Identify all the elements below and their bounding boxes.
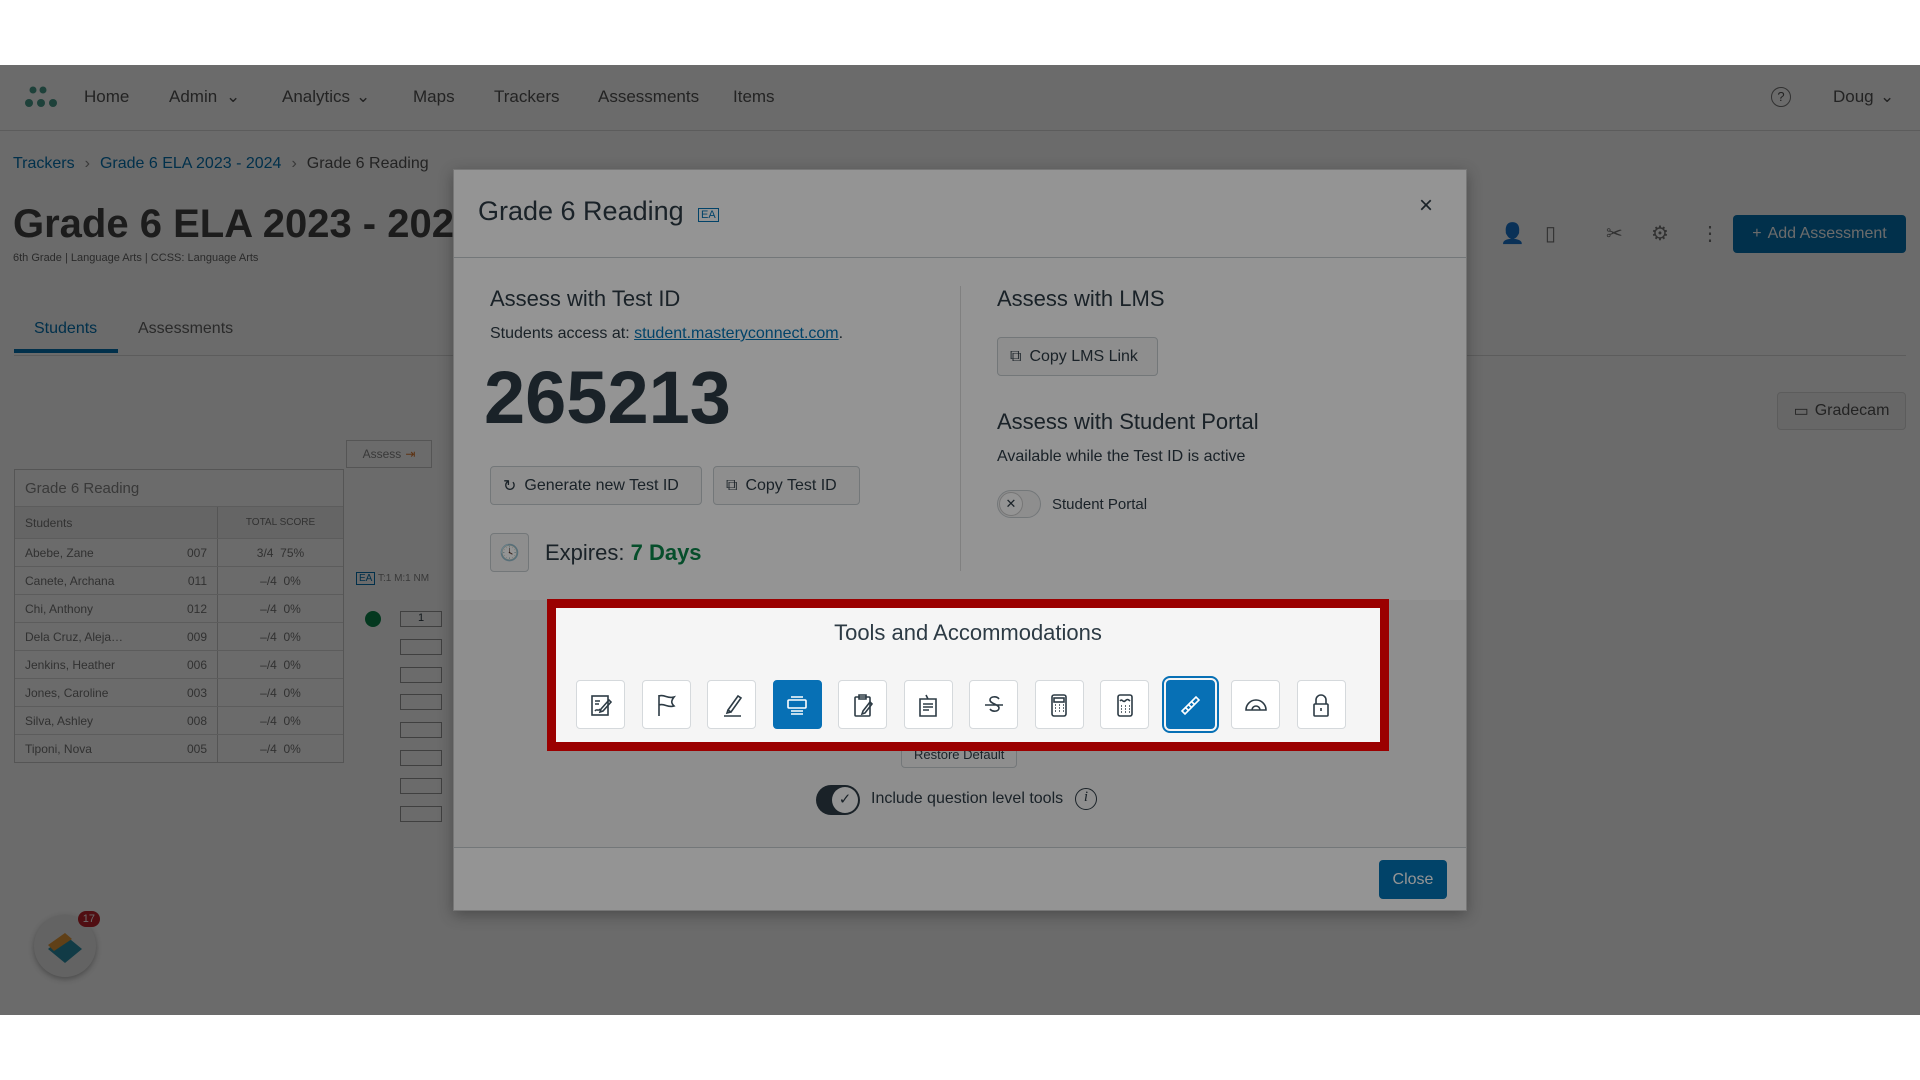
info-icon[interactable]: i: [1075, 788, 1097, 810]
tool-flag-button[interactable]: [641, 680, 691, 729]
expires-label: Expires:: [545, 540, 631, 565]
tools-highlight: Tools and Accommodations: [547, 599, 1389, 751]
include-question-tools-label: Include question level tools: [871, 790, 1064, 807]
generate-test-id-button[interactable]: ↻ Generate new Test ID: [490, 466, 702, 505]
copy-icon: ⧉: [726, 476, 738, 494]
close-button[interactable]: Close: [1379, 860, 1447, 899]
test-id-code: 265213: [484, 356, 731, 439]
protractor-icon: [1244, 698, 1267, 711]
header-divider: [454, 257, 1466, 258]
tool-basic-calculator-button[interactable]: [1034, 680, 1084, 729]
bottom-letterbox: [0, 1015, 1920, 1080]
flag-icon: [658, 694, 677, 716]
copy-icon: ⧉: [1010, 347, 1022, 365]
portal-heading: Assess with Student Portal: [997, 409, 1259, 434]
annotation-icon: [919, 694, 937, 717]
check-icon: ✓: [832, 787, 858, 813]
basic-calculator-icon: [1051, 693, 1067, 717]
copy-test-id-button[interactable]: ⧉ Copy Test ID: [713, 466, 860, 505]
tool-line-reader-button[interactable]: [772, 680, 822, 729]
graphing-calculator-icon: [1116, 693, 1133, 717]
include-question-tools-toggle[interactable]: ✓: [816, 785, 860, 815]
clock-icon: 🕓: [490, 533, 529, 572]
student-portal-link[interactable]: student.masteryconnect.com: [634, 325, 839, 342]
student-portal-label: Student Portal: [1052, 496, 1148, 513]
generate-label: Generate new Test ID: [524, 476, 679, 494]
tool-annotation-button[interactable]: [903, 680, 953, 729]
tool-scratchpad-button[interactable]: [576, 680, 625, 729]
expires-value: 7 Days: [630, 540, 702, 565]
copy-lms-label: Copy LMS Link: [1029, 347, 1138, 365]
top-letterbox: [0, 0, 1920, 65]
tool-protractor-button[interactable]: [1231, 680, 1280, 729]
tool-strikethrough-button[interactable]: [969, 680, 1018, 729]
tool-ruler-button[interactable]: [1161, 676, 1219, 733]
assess-modal: Grade 6 Reading EA × Assess with Test ID…: [453, 169, 1467, 911]
copy-label: Copy Test ID: [745, 476, 837, 494]
tool-graphing-calculator-button[interactable]: [1100, 680, 1149, 729]
modal-title: Grade 6 Reading: [478, 196, 684, 226]
line-reader-icon: [787, 695, 807, 715]
portal-note: Available while the Test ID is active: [997, 448, 1246, 465]
column-divider: [960, 286, 961, 571]
tool-notes-button[interactable]: [838, 680, 887, 729]
footer-divider: [454, 847, 1466, 848]
notes-icon: [853, 693, 873, 717]
x-icon: ✕: [999, 492, 1023, 516]
expires: Expires: 7 Days: [545, 540, 702, 566]
tool-lock-button[interactable]: [1296, 680, 1346, 729]
ruler-icon: [1180, 695, 1201, 715]
access-prefix: Students access at:: [490, 325, 635, 342]
test-id-heading: Assess with Test ID: [490, 286, 681, 311]
copy-lms-link-button[interactable]: ⧉ Copy LMS Link: [997, 337, 1158, 376]
highlighter-icon: [723, 694, 742, 717]
student-portal-toggle[interactable]: ✕: [997, 490, 1041, 518]
tool-highlighter-button[interactable]: [707, 680, 756, 729]
refresh-icon: ↻: [503, 477, 517, 495]
tools-heading: Tools and Accommodations: [834, 620, 1102, 645]
close-icon[interactable]: ×: [1419, 192, 1433, 220]
ea-badge: EA: [698, 208, 719, 222]
access-suffix: .: [838, 325, 844, 342]
lms-heading: Assess with LMS: [997, 286, 1165, 311]
access-text: Students access at: student.masteryconne…: [490, 325, 843, 343]
strikethrough-icon: [984, 695, 1003, 712]
scratchpad-icon: [590, 694, 612, 716]
lock-icon: [1313, 693, 1329, 717]
